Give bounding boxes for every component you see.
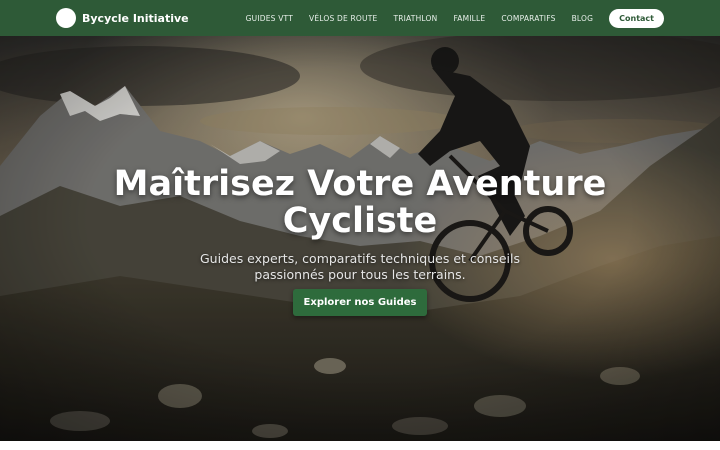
nav-link-guides-vtt[interactable]: GUIDES VTT [246, 14, 293, 23]
hero-title: Maîtrisez Votre Aventure Cycliste [113, 164, 607, 241]
brand[interactable]: Bycycle Initiative [56, 8, 189, 28]
explore-guides-button[interactable]: Explorer nos Guides [293, 289, 427, 316]
top-navbar: Bycycle Initiative GUIDES VTT VÉLOS DE R… [0, 0, 720, 36]
brand-name: Bycycle Initiative [82, 11, 189, 25]
nav-link-comparatifs[interactable]: COMPARATIFS [501, 14, 555, 23]
nav-link-velos-de-route[interactable]: VÉLOS DE ROUTE [309, 14, 377, 23]
nav-link-blog[interactable]: BLOG [572, 14, 594, 23]
hero-section: Maîtrisez Votre Aventure Cycliste Guides… [0, 36, 720, 441]
hero-content: Maîtrisez Votre Aventure Cycliste Guides… [0, 36, 720, 441]
brand-logo-icon [56, 8, 76, 28]
nav-link-triathlon[interactable]: TRIATHLON [393, 14, 437, 23]
main-nav: GUIDES VTT VÉLOS DE ROUTE TRIATHLON FAMI… [246, 0, 664, 36]
nav-link-famille[interactable]: FAMILLE [453, 14, 485, 23]
contact-button[interactable]: Contact [609, 8, 664, 28]
hero-subtitle: Guides experts, comparatifs techniques e… [199, 251, 521, 282]
